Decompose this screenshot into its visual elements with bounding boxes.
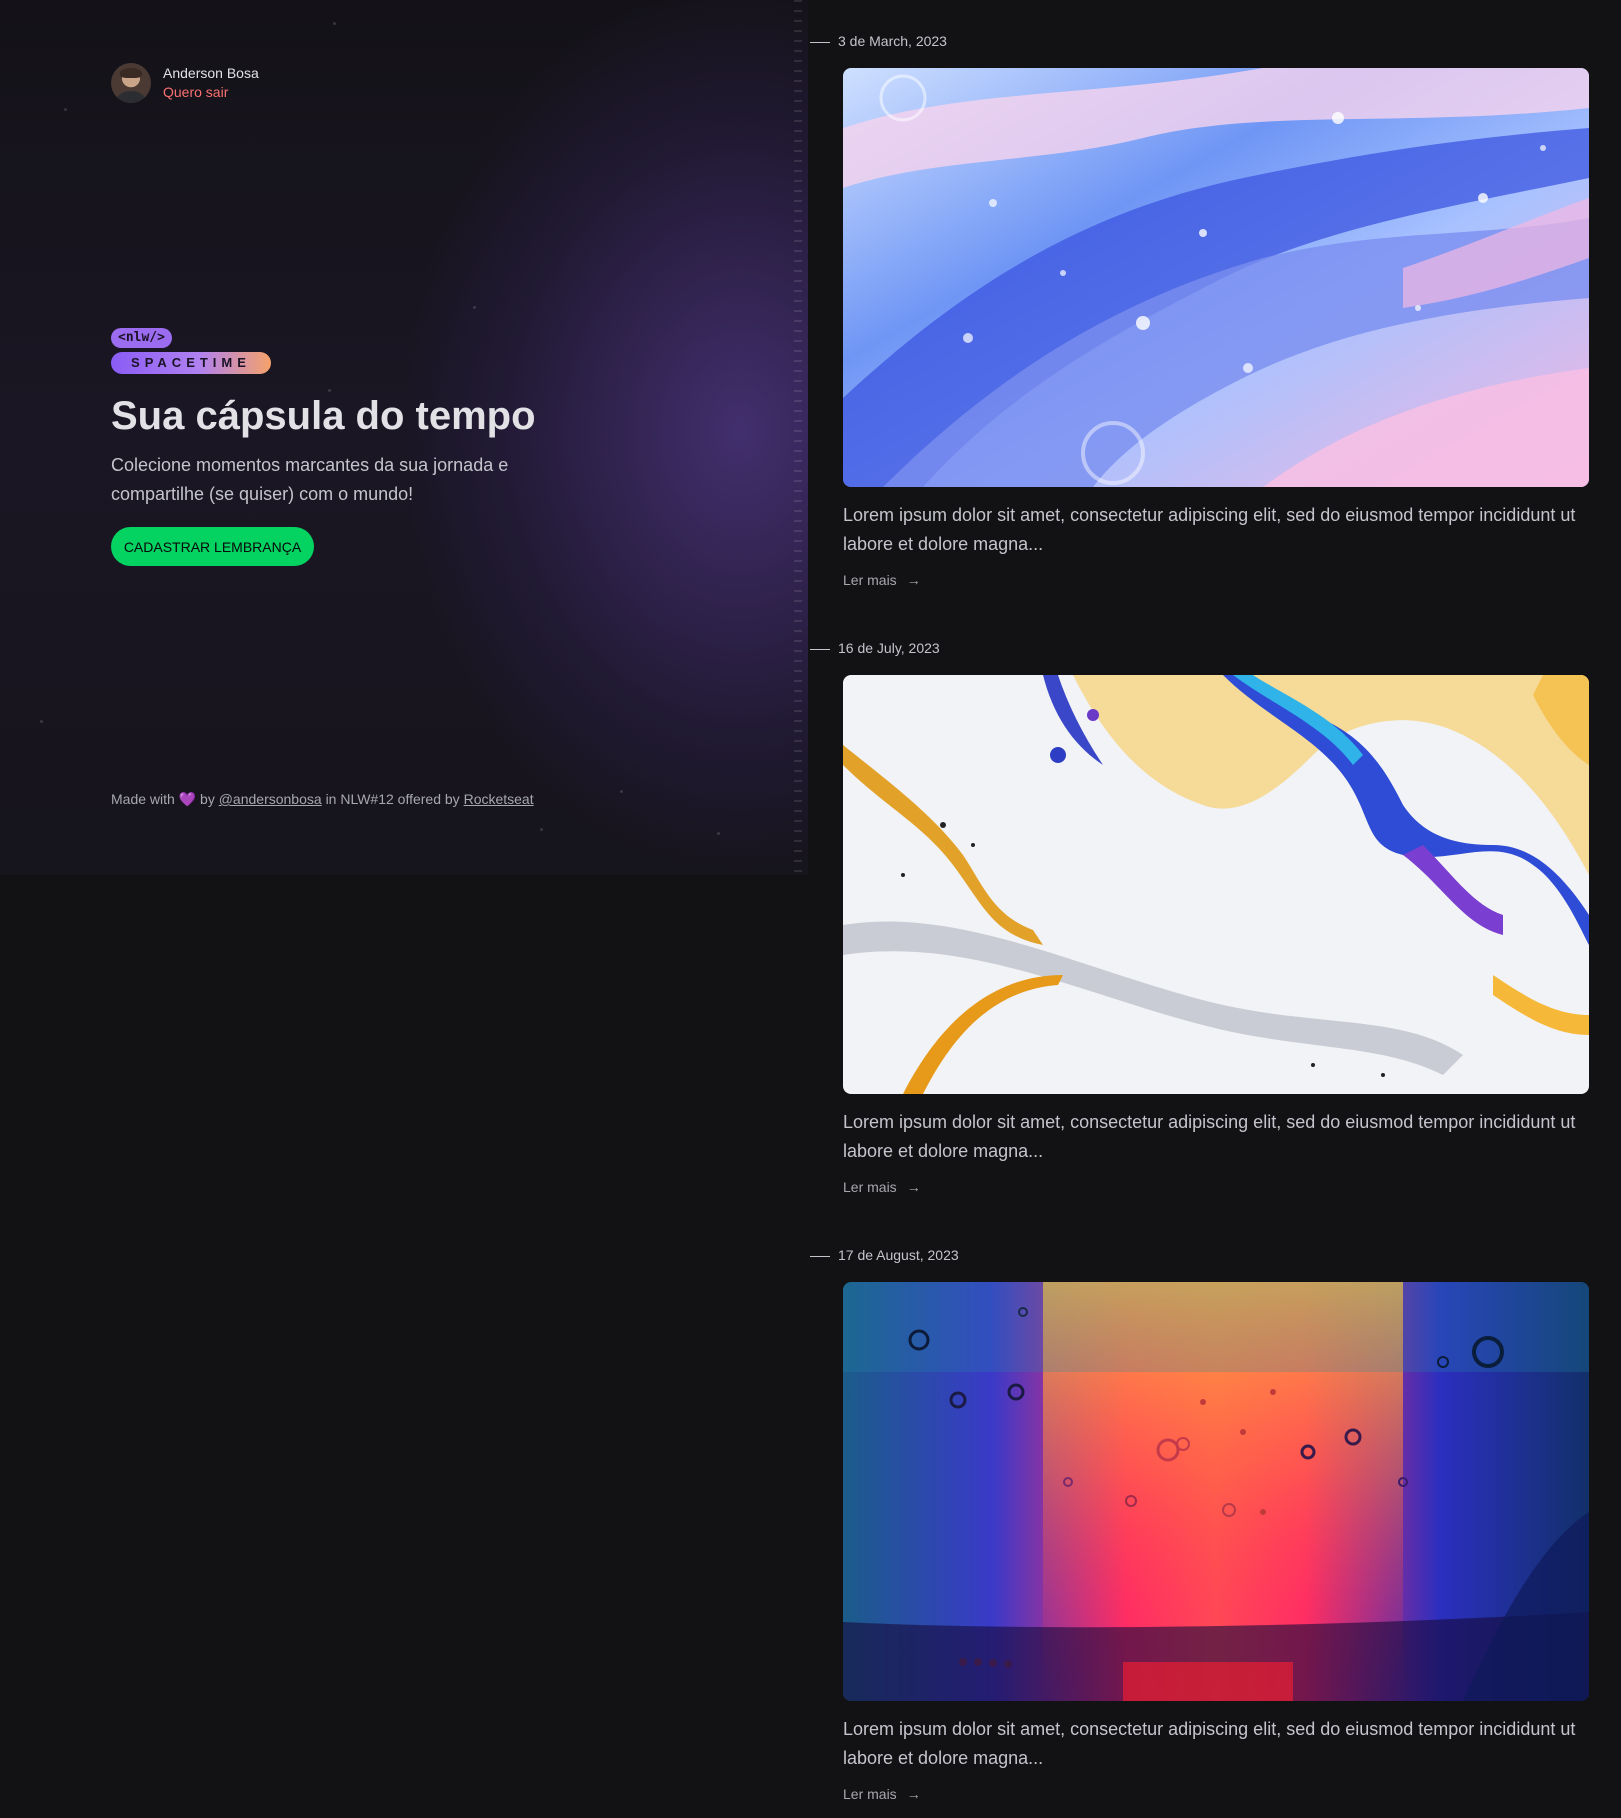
create-memory-button[interactable]: CADASTRAR LEMBRANÇA [111, 527, 314, 566]
memory-card: 3 de March, 2023 Lorem ipsum dolor sit a… [810, 32, 1590, 590]
memory-date: 3 de March, 2023 [810, 33, 947, 49]
author-link[interactable]: @andersonbosa [219, 791, 322, 807]
read-more-label: Ler mais [843, 1179, 897, 1195]
star-dot [620, 790, 623, 793]
sponsor-link[interactable]: Rocketseat [464, 791, 534, 807]
user-profile: Anderson Bosa Quero sair [111, 63, 259, 103]
read-more-label: Ler mais [843, 572, 897, 588]
star-dot [333, 22, 336, 25]
credit-made-with: Made with [111, 791, 175, 807]
user-name: Anderson Bosa [163, 65, 259, 81]
memory-excerpt: Lorem ipsum dolor sit amet, consectetur … [843, 1112, 1576, 1161]
star-dot [328, 389, 331, 392]
arrow-right-icon: → [906, 1179, 921, 1195]
read-more-link[interactable]: Ler mais → [843, 1786, 921, 1802]
timeline-stripes [794, 0, 802, 875]
nlw-spacetime-logo: <nlw/> SPACETIME [111, 328, 271, 374]
star-dot [717, 832, 720, 835]
logout-link[interactable]: Quero sair [163, 83, 259, 102]
memory-cover-image[interactable] [843, 675, 1589, 1094]
memory-date: 17 de August, 2023 [810, 1247, 959, 1263]
footer-credit: Made with 💜 by @andersonbosa in NLW#12 o… [111, 791, 534, 808]
memory-card: 17 de August, 2023 Lorem ipsum dolor sit… [810, 1246, 1590, 1804]
read-more-label: Ler mais [843, 1786, 897, 1802]
memory-excerpt: Lorem ipsum dolor sit amet, consectetur … [843, 505, 1576, 554]
arrow-right-icon: → [906, 1786, 921, 1802]
hero-panel: Anderson Bosa Quero sair <nlw/> SPACETIM… [0, 0, 808, 875]
memory-date: 16 de July, 2023 [810, 640, 940, 656]
star-dot [64, 108, 67, 111]
read-more-link[interactable]: Ler mais → [843, 1179, 921, 1195]
arrow-right-icon: → [906, 572, 921, 588]
star-dot [540, 828, 543, 831]
logo-wordmark: SPACETIME [111, 352, 271, 374]
logo-tag: <nlw/> [111, 328, 172, 348]
memory-card: 16 de July, 2023 Lorem ipsum dolor sit a… [810, 639, 1590, 1197]
credit-in: in NLW#12 offered by [325, 791, 460, 807]
star-dot [40, 720, 43, 723]
avatar[interactable] [111, 63, 151, 103]
heart-icon: 💜 [178, 791, 197, 807]
memory-cover-image[interactable] [843, 68, 1589, 487]
memory-cover-image[interactable] [843, 1282, 1589, 1701]
star-dot [473, 306, 476, 309]
hero-subtitle: Colecione momentos marcantes da sua jorn… [111, 455, 509, 504]
credit-by: by [200, 791, 215, 807]
read-more-link[interactable]: Ler mais → [843, 572, 921, 588]
memory-excerpt: Lorem ipsum dolor sit amet, consectetur … [843, 1719, 1576, 1768]
page-title: Sua cápsula do tempo [111, 394, 536, 438]
